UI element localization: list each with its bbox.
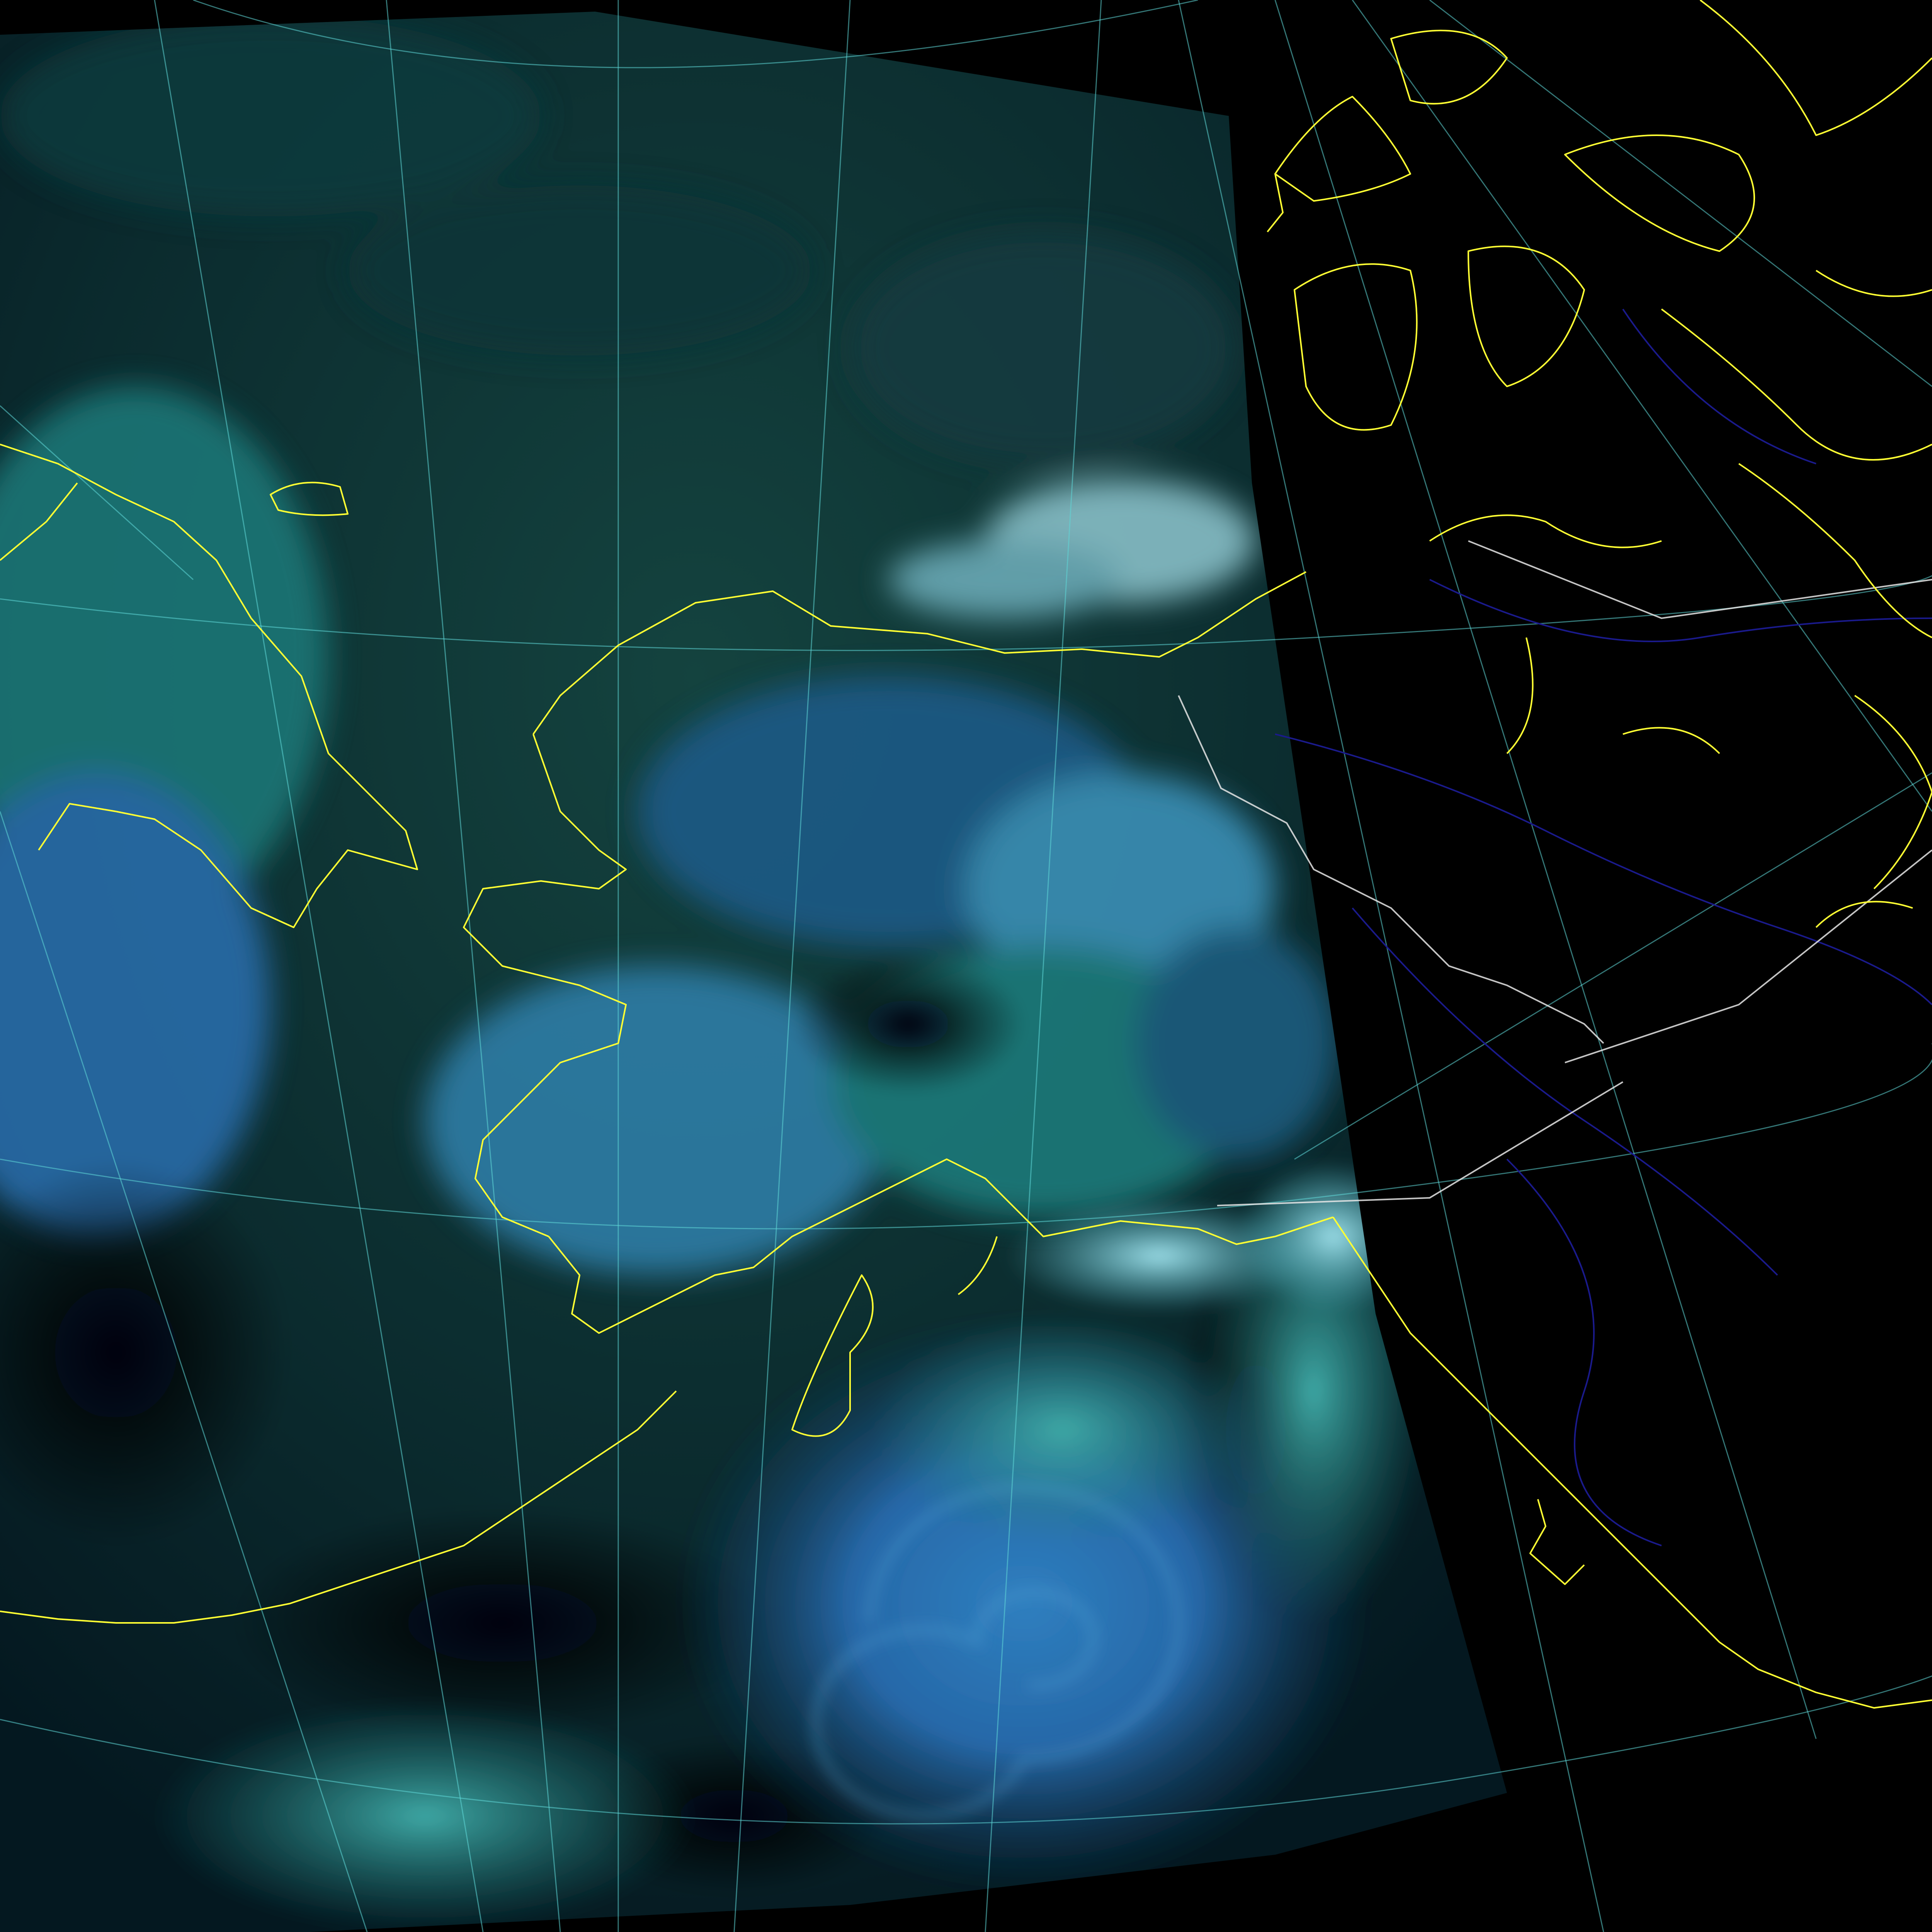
satellite-map	[0, 0, 1932, 1932]
